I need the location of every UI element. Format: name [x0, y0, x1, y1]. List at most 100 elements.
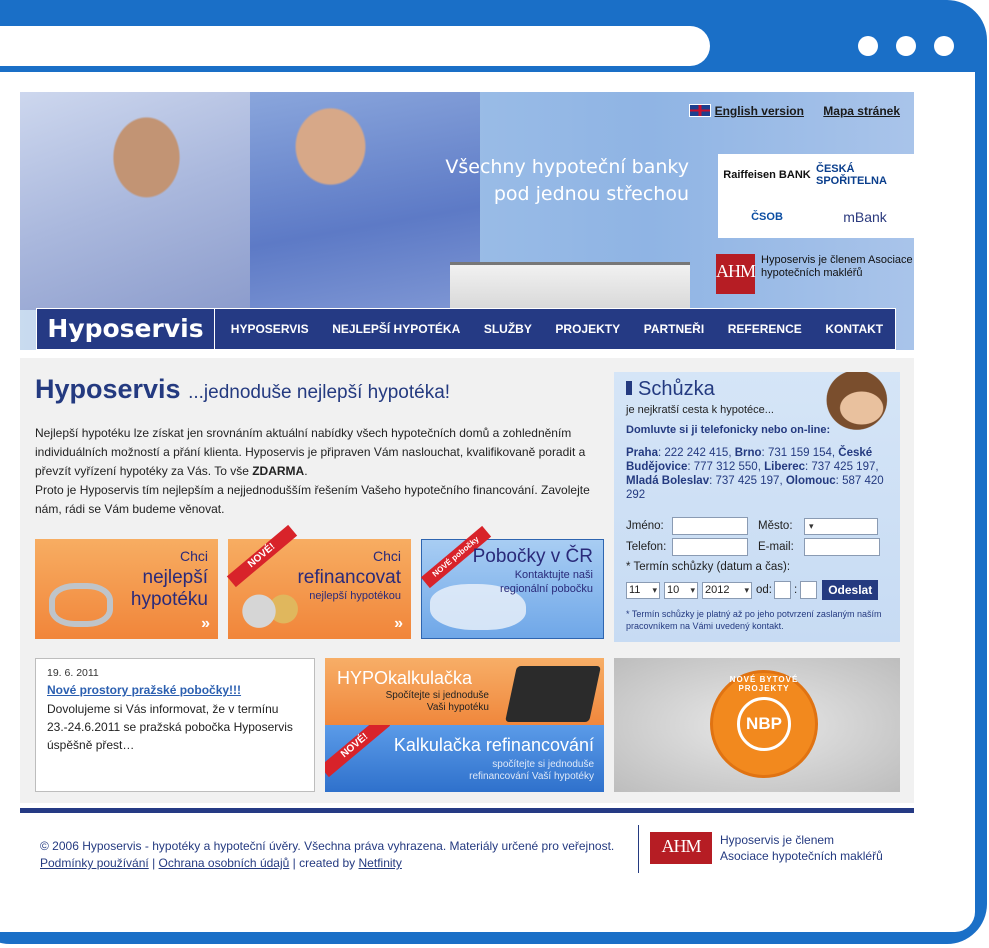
minute-input[interactable] [800, 581, 818, 599]
privacy-link[interactable]: Ochrana osobních údajů [159, 856, 290, 870]
promo-line: Chci [179, 548, 208, 564]
window-dot-icon[interactable] [896, 36, 916, 56]
year-select[interactable]: 2012 [702, 581, 752, 599]
promo-line: nejlepší [142, 567, 209, 588]
copyright: © 2006 Hyposervis - hypotéky a hypoteční… [40, 839, 615, 853]
city-select[interactable] [804, 517, 878, 535]
footer-separator: | [152, 856, 156, 870]
mortgage-calculator-banner[interactable]: HYPOkalkulačka Spočítejte si jednoduše V… [325, 658, 604, 725]
send-button[interactable]: Odeslat [822, 580, 879, 600]
slogan-line-2: pod jednou střechou [493, 183, 689, 205]
city-label: Město: [758, 520, 793, 532]
calc2-sub: spočítejte si jednoduše refinancování Va… [469, 759, 594, 783]
nav-projekty[interactable]: PROJEKTY [549, 322, 626, 336]
day-select[interactable]: 11 [626, 581, 660, 599]
phone-city: Praha [626, 447, 658, 459]
nav-hyposervis[interactable]: HYPOSERVIS [225, 322, 315, 336]
phone-city: Brno [734, 447, 762, 459]
window-dot-icon[interactable] [858, 36, 878, 56]
phone-number: 777 312 550 [693, 461, 758, 473]
promo-branches[interactable]: NOVÉ pobočky Pobočky v ČR Kontaktujte na… [420, 525, 604, 639]
footer-text: © 2006 Hyposervis - hypotéky a hypoteční… [40, 838, 640, 872]
footer-ahm: AHM Hyposervis je členem Asociace hypote… [650, 832, 883, 864]
news-headline-link[interactable]: Nové prostory pražské pobočky!!! [47, 683, 303, 697]
calc2-title: Kalkulačka refinancování [393, 735, 594, 755]
calc2-sub-line: spočítejte si jednoduše [492, 759, 594, 770]
news-date: 19. 6. 2011 [47, 667, 99, 679]
nav-nejlepsi-hypoteka[interactable]: NEJLEPŠÍ HYPOTÉKA [326, 322, 466, 336]
window-dot-icon[interactable] [934, 36, 954, 56]
phone-number: 222 242 415 [664, 447, 729, 459]
promo-title: Pobočky v ČR [472, 546, 593, 567]
page-title: Hyposervis ...jednoduše nejlepší hypoték… [35, 374, 450, 405]
intro-paragraph-1: Nejlepší hypotéku lze získat jen srovnán… [35, 426, 586, 478]
mbank-logo[interactable]: mBank [816, 196, 914, 238]
terms-link[interactable]: Podmínky používání [40, 856, 149, 870]
email-label: E-mail: [758, 541, 794, 553]
ahm-logo[interactable]: AHM [650, 832, 712, 864]
calc-sub-line: Spočítejte si jednoduše [385, 690, 489, 701]
english-version-link[interactable]: English version [715, 104, 804, 118]
phone-input[interactable] [672, 538, 748, 556]
raiffeisen-logo[interactable]: Raiffeisen BANK [718, 154, 816, 196]
meeting-call: Domluvte si ji telefonicky nebo on-line: [626, 424, 831, 436]
man-photo [20, 92, 250, 310]
website: English version Mapa stránek Všechny hyp… [20, 92, 914, 873]
meeting-panel: Schůzka je nejkratší cesta k hypotéce...… [614, 372, 900, 642]
promo-refinance[interactable]: NOVÉ! Chci refinancovat nejlepší hypoték… [226, 524, 411, 639]
site-header: English version Mapa stránek Všechny hyp… [20, 92, 914, 350]
top-links: English version Mapa stránek [688, 104, 900, 118]
arrow-icon: » [394, 615, 403, 632]
name-label: Jméno: [626, 520, 664, 532]
netfinity-link[interactable]: Netfinity [359, 856, 402, 870]
name-input[interactable] [672, 517, 748, 535]
calc2-sub-line: refinancování Vaší hypotéky [469, 771, 594, 782]
new-ribbon: NOVÉ! [226, 524, 298, 588]
ceska-sporitelna-logo[interactable]: ČESKÁ SPOŘITELNA [816, 154, 914, 196]
intro-free: ZDARMA [252, 464, 305, 478]
form-row: * Termín schůzky (datum a čas): [626, 561, 790, 573]
sitemap-link[interactable]: Mapa stránek [823, 104, 900, 118]
footer-divider [20, 808, 914, 813]
email-input[interactable] [804, 538, 880, 556]
title-tagline: ...jednoduše nejlepší hypotéka! [188, 382, 451, 403]
meeting-note: * Termín schůzky je platný až po jeho po… [626, 609, 882, 631]
phone-label: Telefon: [626, 541, 667, 553]
building-image [450, 262, 690, 310]
news-box: 19. 6. 2011 Nové prostory pražské pobočk… [35, 658, 315, 792]
slogan: Všechny hypoteční banky pod jednou střec… [445, 154, 689, 208]
keys-icon [49, 583, 113, 627]
partner-banks: Raiffeisen BANK ČESKÁ SPOŘITELNA ČSOB mB… [718, 154, 914, 238]
time-colon: : [794, 584, 798, 596]
ahm-logo[interactable]: AHM [716, 254, 756, 294]
new-ribbon: NOVÉ! [325, 725, 391, 778]
created-by: created by [299, 856, 356, 870]
arrow-icon: » [201, 615, 210, 632]
ahm-text: Hyposervis je členem Asociace hypotečníc… [761, 254, 913, 279]
hour-input[interactable] [774, 581, 791, 599]
promo-best-mortgage[interactable]: Chci nejlepší hypotéku » [35, 539, 218, 639]
brand-logo[interactable]: Hyposervis [37, 309, 215, 349]
phone-city: Liberec [764, 461, 806, 473]
promo-line: hypotéku [130, 589, 208, 610]
ahm-line: Asociace hypotečních makléřů [720, 849, 883, 863]
refinance-calculator-banner[interactable]: NOVÉ! Kalkulačka refinancování spočítejt… [325, 725, 604, 792]
form-row: Jméno: Město: [626, 517, 878, 535]
month-select[interactable]: 10 [664, 581, 698, 599]
nbp-banner[interactable]: NOVÉ BYTOVÉ PROJEKTY NBP [614, 658, 900, 792]
title-brand: Hyposervis [35, 374, 181, 404]
nav-kontakt[interactable]: KONTAKT [819, 322, 889, 336]
csob-logo[interactable]: ČSOB [718, 196, 816, 238]
nav-partneri[interactable]: PARTNEŘI [638, 322, 710, 336]
calc-sub-line: Vaši hypotéku [426, 702, 489, 713]
nav-sluzby[interactable]: SLUŽBY [478, 322, 538, 336]
nav-reference[interactable]: REFERENCE [722, 322, 808, 336]
nbp-logo: NOVÉ BYTOVÉ PROJEKTY NBP [710, 670, 818, 778]
promo-sub: Kontaktujte naši [514, 569, 593, 581]
calc-title: HYPOkalkulačka [337, 668, 473, 688]
address-bar[interactable] [0, 26, 710, 66]
promo-sub: regionální pobočku [500, 583, 593, 595]
news-body: Dovolujeme si Vás informovat, že v termí… [47, 702, 293, 752]
meeting-lead: je nejkratší cesta k hypotéce... [626, 404, 774, 416]
promo-sub: nejlepší hypotékou [309, 590, 401, 602]
